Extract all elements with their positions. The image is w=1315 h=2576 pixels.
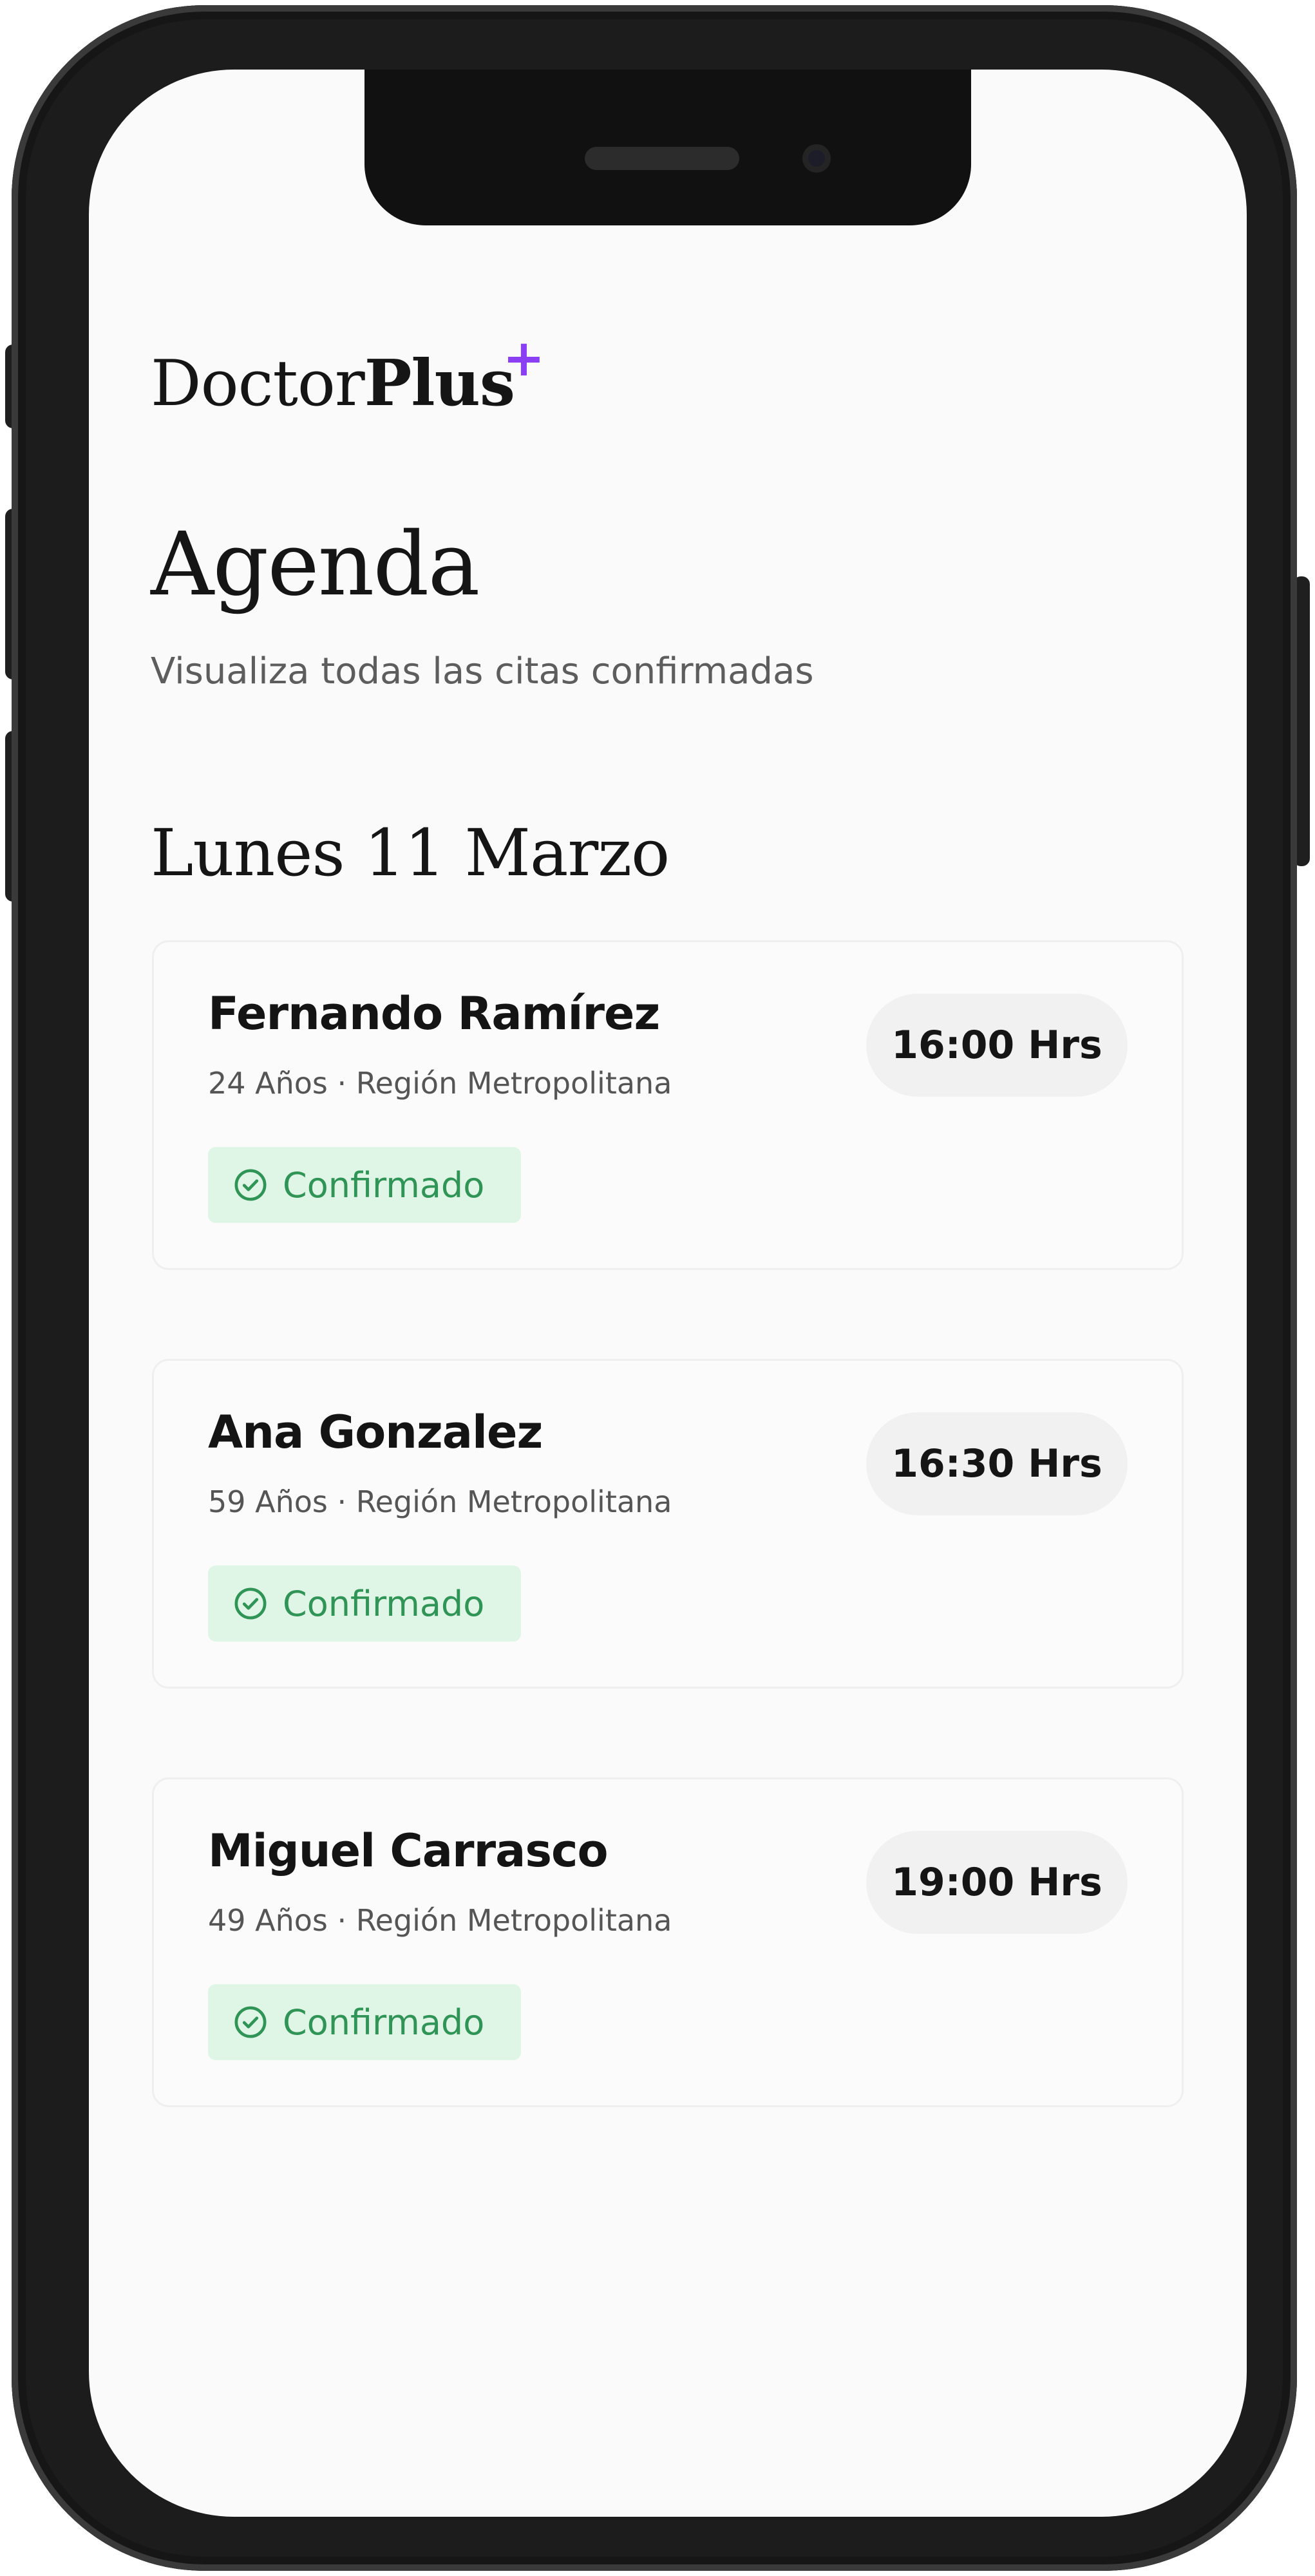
status-badge: Confirmado bbox=[208, 1147, 521, 1223]
logo-plus-mark: + bbox=[502, 330, 545, 388]
page-title: Agenda bbox=[151, 514, 480, 616]
notch bbox=[364, 70, 971, 225]
app-logo: DoctorPlus + bbox=[151, 330, 545, 421]
status-badge: Confirmado bbox=[208, 1984, 521, 2060]
status-label: Confirmado bbox=[283, 1164, 485, 1206]
status-label: Confirmado bbox=[283, 1583, 485, 1624]
check-circle-icon bbox=[234, 1587, 267, 1620]
patient-name: Fernando Ramírez bbox=[208, 987, 660, 1040]
patient-name: Ana Gonzalez bbox=[208, 1406, 543, 1459]
speaker-grille bbox=[585, 147, 739, 170]
logo-text-bold: Plus bbox=[364, 346, 515, 421]
check-circle-icon bbox=[234, 1169, 267, 1201]
appointment-time: 16:30 Hrs bbox=[866, 1412, 1128, 1515]
patient-details: 49 Años · Región Metropolitana bbox=[208, 1903, 672, 1938]
status-badge: Confirmado bbox=[208, 1566, 521, 1642]
check-circle-icon bbox=[234, 2006, 267, 2038]
appointment-card[interactable]: Miguel Carrasco 49 Años · Región Metropo… bbox=[152, 1777, 1184, 2107]
date-heading: Lunes 11 Marzo bbox=[151, 815, 670, 891]
phone-frame: DoctorPlus + Agenda Visualiza todas las c… bbox=[12, 5, 1297, 2571]
appointment-card[interactable]: Ana Gonzalez 59 Años · Región Metropolit… bbox=[152, 1359, 1184, 1689]
patient-name: Miguel Carrasco bbox=[208, 1824, 609, 1877]
appointment-time: 19:00 Hrs bbox=[866, 1831, 1128, 1934]
phone-screen: DoctorPlus + Agenda Visualiza todas las c… bbox=[89, 70, 1247, 2517]
logo-text-regular: Doctor bbox=[151, 347, 365, 421]
appointment-time: 16:00 Hrs bbox=[866, 994, 1128, 1097]
status-label: Confirmado bbox=[283, 2002, 485, 2043]
appointment-card[interactable]: Fernando Ramírez 24 Años · Región Metrop… bbox=[152, 940, 1184, 1270]
patient-details: 59 Años · Región Metropolitana bbox=[208, 1484, 672, 1519]
patient-details: 24 Años · Región Metropolitana bbox=[208, 1066, 672, 1101]
page-subtitle: Visualiza todas las citas confirmadas bbox=[151, 650, 814, 692]
front-camera bbox=[802, 144, 831, 173]
